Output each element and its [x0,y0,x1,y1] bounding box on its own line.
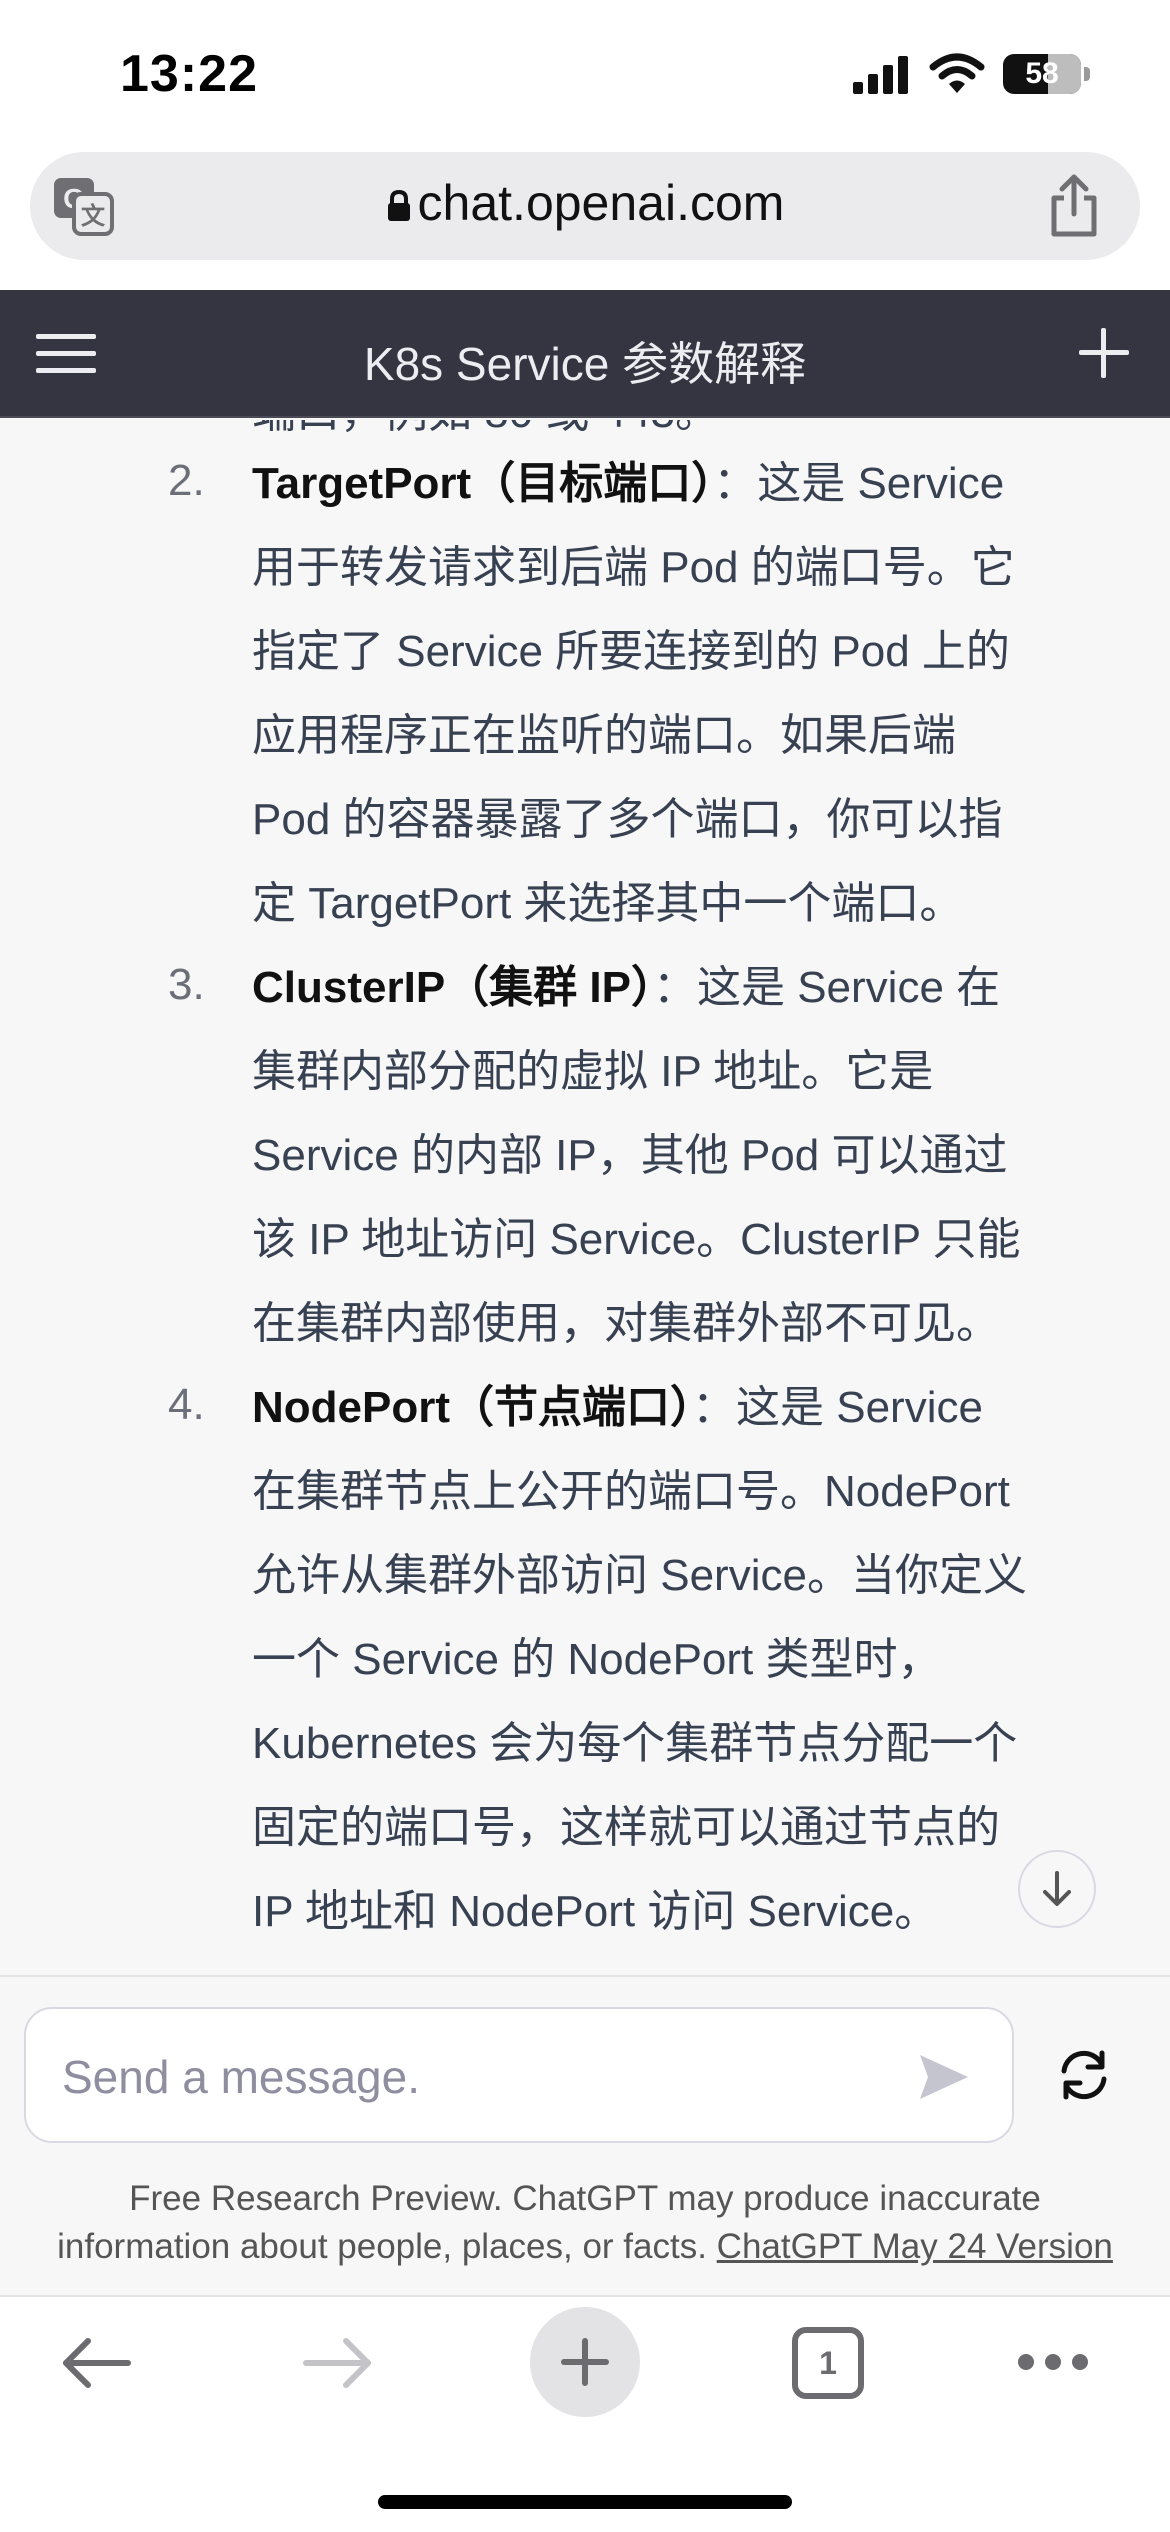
text-line: ：这是 Service [713,459,1005,508]
text-line: Pod 的容器暴露了多个端口，你可以指 [252,795,1003,844]
arrow-down-icon [1043,1871,1071,1906]
forward-arrow-icon[interactable] [302,2333,376,2393]
new-chat-plus-icon[interactable] [1078,326,1130,380]
status-icons: 58 [851,52,1090,96]
home-indicator [378,2495,792,2509]
tabs-button[interactable]: 1 [792,2327,864,2399]
version-link[interactable]: ChatGPT May 24 Version [717,2227,1113,2266]
app-header: K8s Service 参数解释 [0,290,1170,418]
term-label: ClusterIP（集群 IP） [252,963,653,1012]
browser-address-area: G 文 chat.openai.com [0,150,1170,290]
tab-count: 1 [819,2344,837,2381]
conversation-title: K8s Service 参数解释 [363,338,807,390]
text-line: 在集群节点上公开的端口号。NodePort [252,1467,1010,1516]
regenerate-icon[interactable] [1056,2049,1112,2101]
composer: Free Research Preview. ChatGPT may produ… [0,1975,1170,2295]
scroll-to-bottom-button[interactable] [1018,1850,1096,1928]
text-line: ：这是 Service [692,1383,983,1432]
list-item-body: ClusterIP（集群 IP）：这是 Service 在 集群内部分配的虚拟 … [252,946,1112,1366]
share-icon[interactable] [1046,174,1102,238]
text-line: 一个 Service 的 NodePort 类型时， [252,1635,942,1684]
cellular-signal-icon [853,56,908,94]
term-label: NodePort（节点端口） [252,1383,692,1432]
text-line: 指定了 Service 所要连接到的 Pod 上的 [252,627,1010,676]
battery-level: 58 [1025,57,1059,90]
wifi-icon [929,53,985,93]
term-label: TargetPort（目标端口） [252,459,714,508]
list-number: 2. [168,456,205,505]
list-number: 3. [168,960,205,1009]
text-line: 在集群内部使用，对集群外部不可见。 [252,1299,1000,1348]
disclaimer-line-2: information about people, places, or fac… [57,2227,707,2266]
address-bar[interactable]: G 文 chat.openai.com [30,152,1140,260]
back-arrow-icon[interactable] [58,2333,132,2393]
list-item-body: TargetPort（目标端口）：这是 Service 用于转发请求到后端 Po… [252,442,1112,946]
url-display[interactable]: chat.openai.com [30,174,1140,232]
message-input-box[interactable] [24,2007,1014,2143]
message-input[interactable] [62,2037,882,2117]
new-tab-button[interactable] [530,2307,640,2417]
chat-message-area[interactable]: 端口，例如 80 或 443。 2. TargetPort（目标端口）：这是 S… [0,420,1170,1975]
text-line: 该 IP 地址访问 Service。ClusterIP 只能 [252,1215,1021,1264]
lock-icon [387,189,410,221]
text-line: 集群内部分配的虚拟 IP 地址。它是 [252,1047,934,1096]
text-line: Kubernetes 会为每个集群节点分配一个 [252,1719,1018,1768]
text-line: ：这是 Service 在 [652,963,1001,1012]
status-bar: 13:22 58 [0,0,1170,150]
text-line: 固定的端口号，这样就可以通过节点的 [252,1803,1000,1852]
text-line: 用于转发请求到后端 Pod 的端口号。它 [252,543,1015,592]
list-item-body: NodePort（节点端口）：这是 Service 在集群节点上公开的端口号。N… [252,1366,1112,1954]
text-line: IP 地址和 NodePort 访问 Service。 [252,1887,939,1936]
send-icon[interactable] [916,2049,972,2105]
plus-icon [561,2338,609,2386]
text-line: 允许从集群外部访问 Service。当你定义 [252,1551,1027,1600]
disclaimer-line-1: Free Research Preview. ChatGPT may produ… [129,2179,1041,2218]
text-line: Service 的内部 IP，其他 Pod 可以通过 [252,1131,1008,1180]
disclaimer: Free Research Preview. ChatGPT may produ… [0,2175,1170,2271]
text-line: 定 TargetPort 来选择其中一个端口。 [252,879,964,928]
cut-off-text: 端口，例如 80 或 443。 [252,420,719,440]
url-text: chat.openai.com [417,175,785,231]
battery-icon: 58 [1003,54,1081,94]
list-number: 4. [168,1380,205,1429]
more-icon[interactable] [1016,2347,1090,2377]
text-line: 应用程序正在监听的端口。如果后端 [252,711,956,760]
status-time: 13:22 [120,45,258,103]
